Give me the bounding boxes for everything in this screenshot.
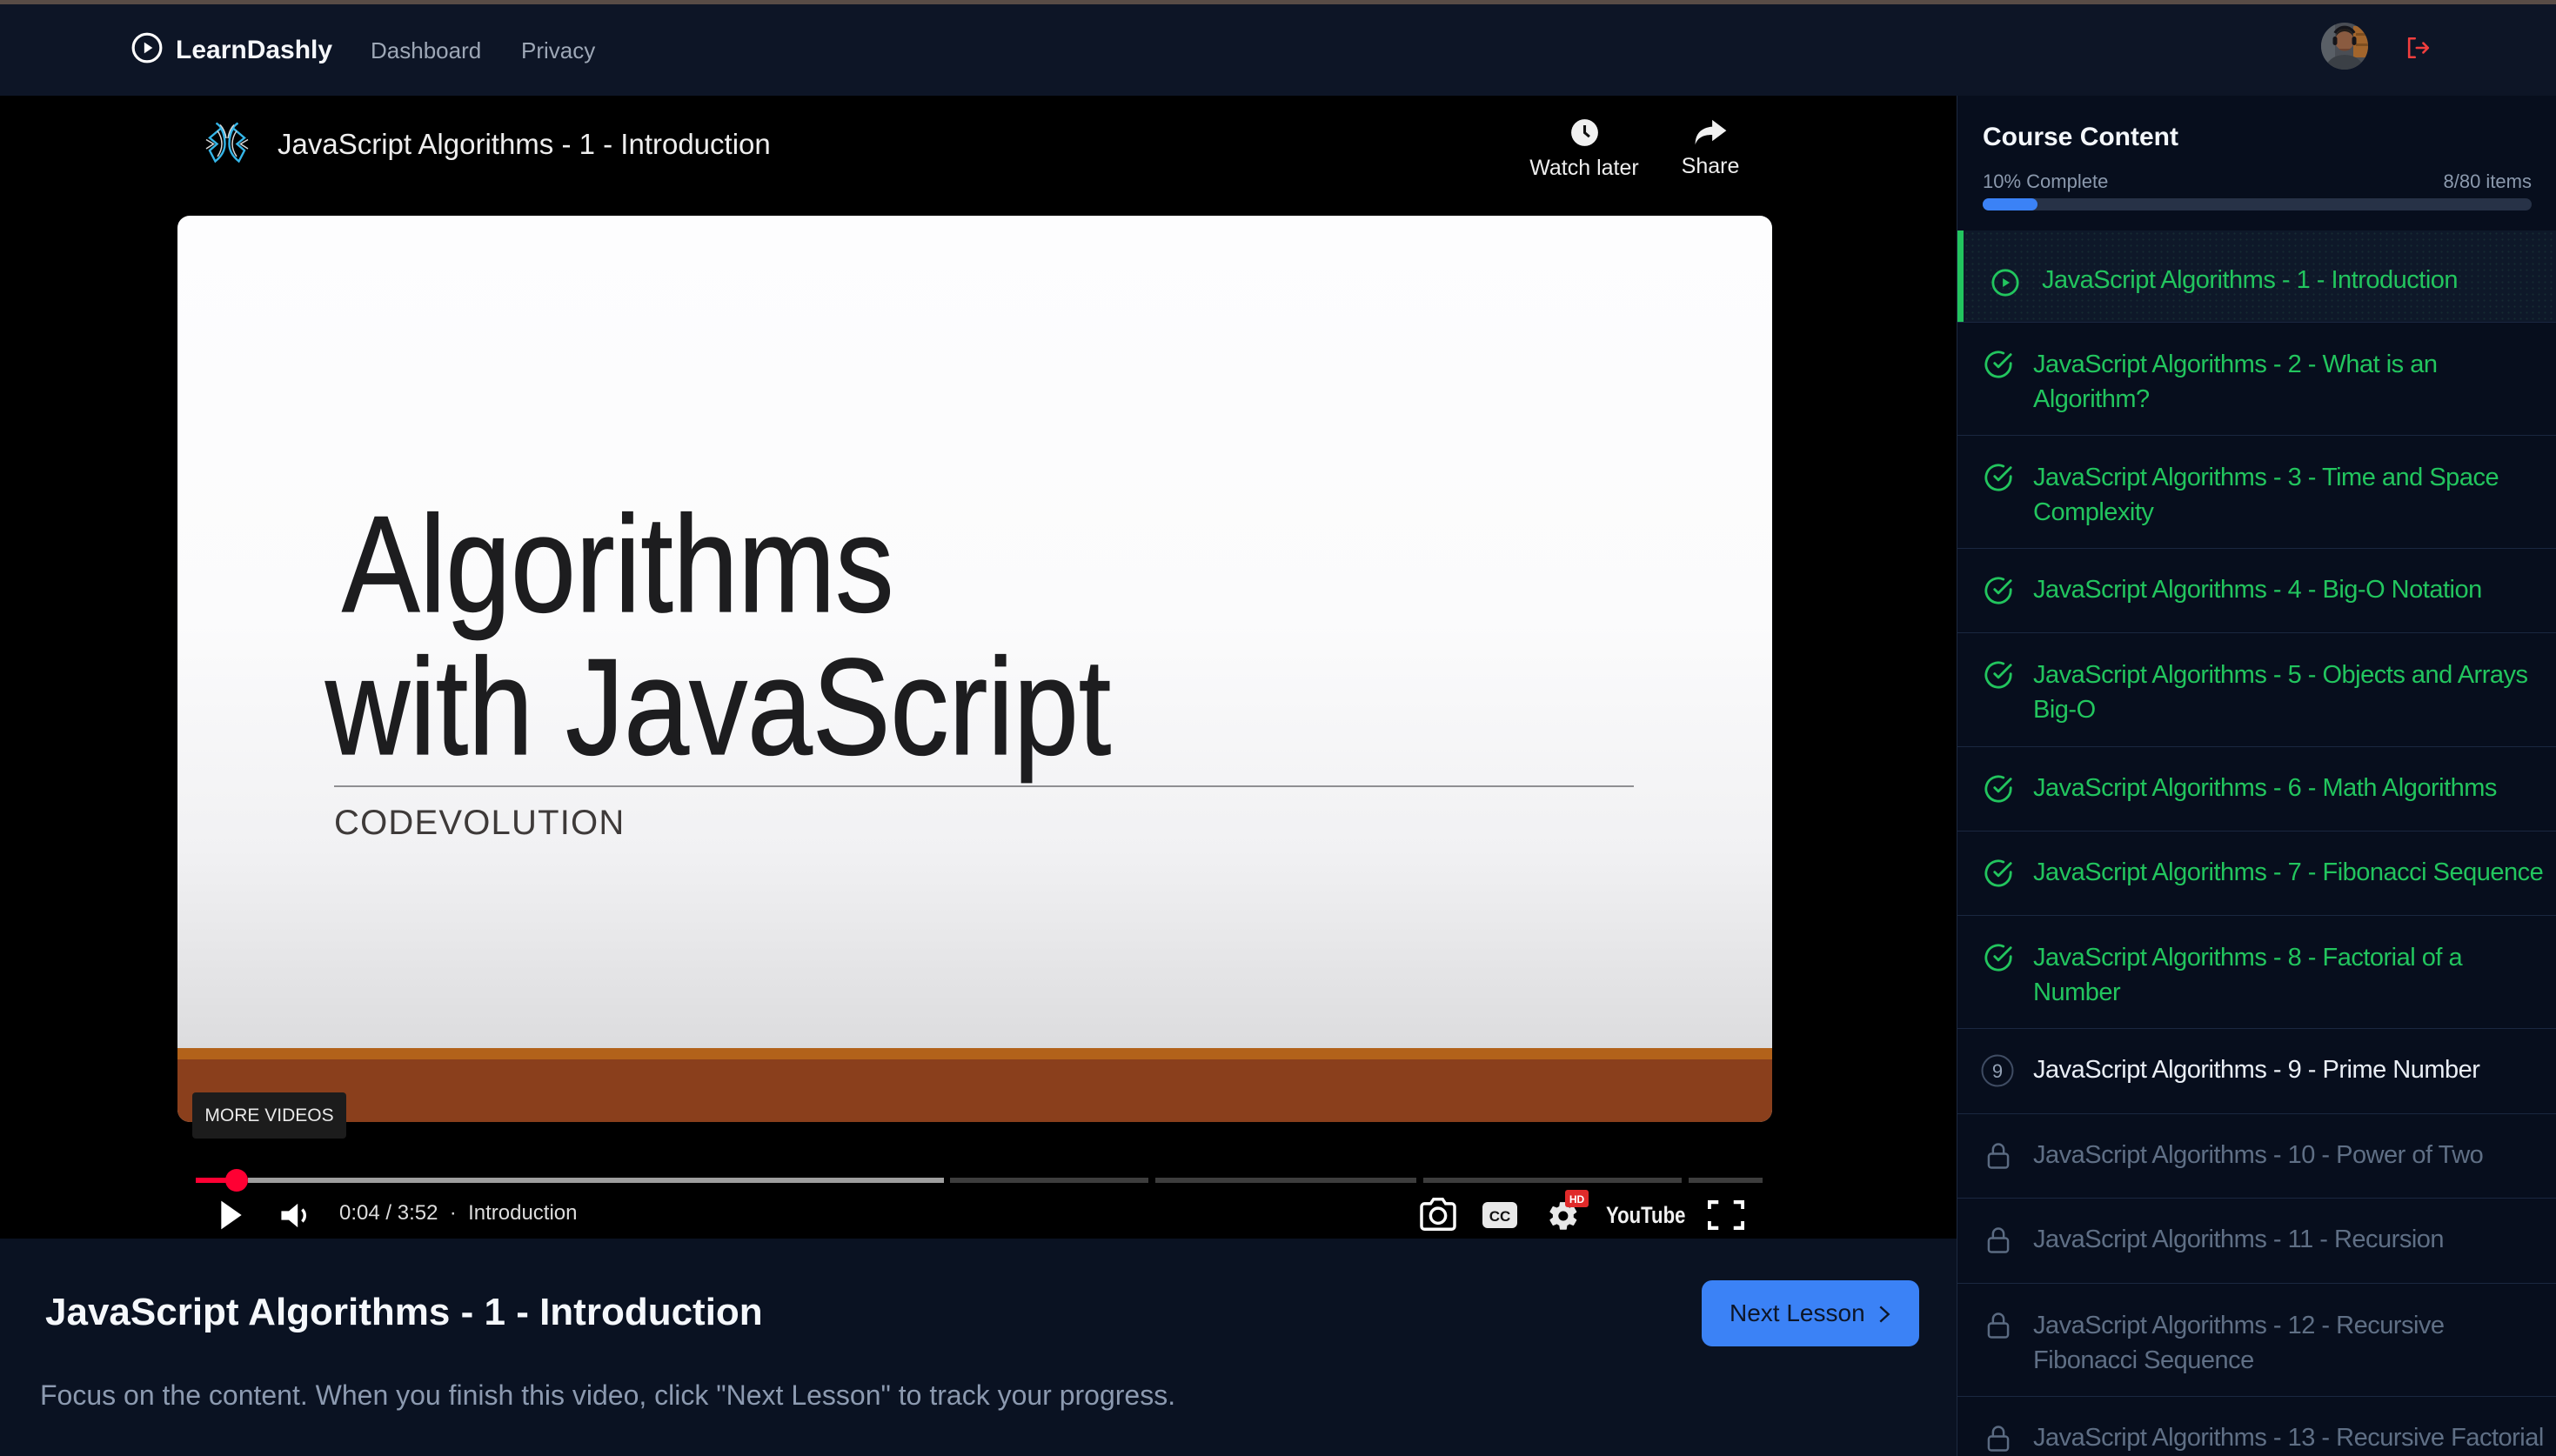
svg-text:CC: CC: [1489, 1208, 1511, 1225]
svg-text:HD: HD: [1569, 1193, 1585, 1206]
svg-text:9: 9: [1992, 1060, 2003, 1082]
